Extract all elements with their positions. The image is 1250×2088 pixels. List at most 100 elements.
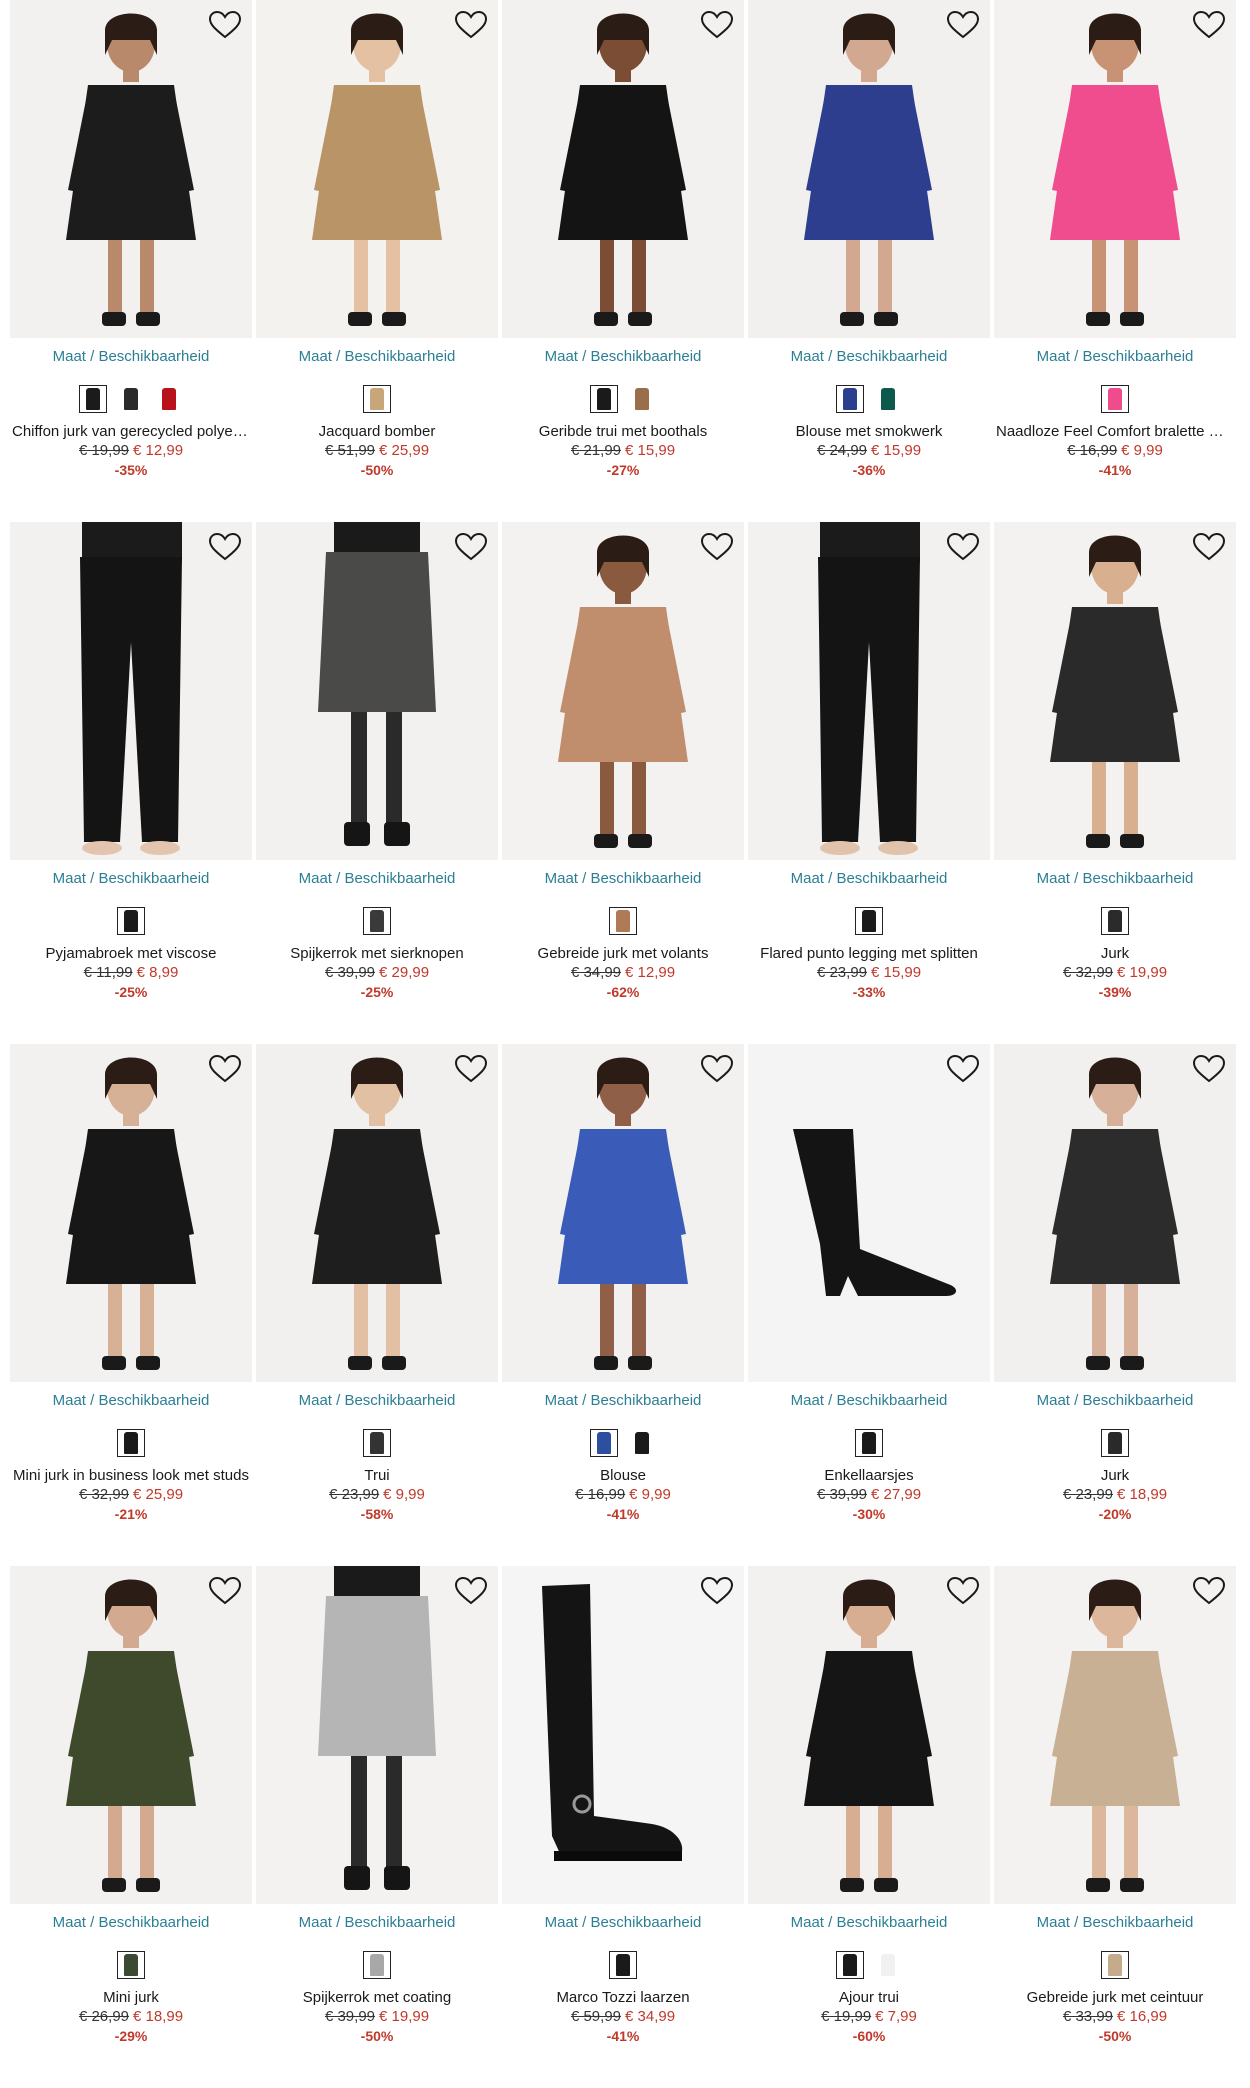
product-card[interactable]: Maat / Beschikbaarheid Blouse met smokwer… <box>748 0 990 522</box>
product-image[interactable] <box>748 522 990 860</box>
product-card[interactable]: Maat / Beschikbaarheid Geribde trui met b… <box>502 0 744 522</box>
product-title[interactable]: Mini jurk in business look met studs <box>10 1467 252 1485</box>
color-swatch[interactable] <box>609 907 637 935</box>
wishlist-heart-icon[interactable] <box>1192 532 1226 562</box>
color-swatch[interactable] <box>117 1429 145 1457</box>
product-image[interactable] <box>256 0 498 338</box>
color-swatch[interactable] <box>363 385 391 413</box>
color-swatch[interactable] <box>836 385 864 413</box>
size-availability-link[interactable]: Maat / Beschikbaarheid <box>994 1914 1236 1932</box>
color-swatch[interactable] <box>590 1429 618 1457</box>
size-availability-link[interactable]: Maat / Beschikbaarheid <box>994 348 1236 366</box>
wishlist-heart-icon[interactable] <box>700 532 734 562</box>
product-image[interactable] <box>502 1566 744 1904</box>
color-swatch[interactable] <box>1101 1951 1129 1979</box>
size-availability-link[interactable]: Maat / Beschikbaarheid <box>994 870 1236 888</box>
size-availability-link[interactable]: Maat / Beschikbaarheid <box>10 870 252 888</box>
size-availability-link[interactable]: Maat / Beschikbaarheid <box>256 870 498 888</box>
product-image[interactable] <box>10 522 252 860</box>
product-title[interactable]: Mini jurk <box>10 1989 252 2007</box>
size-availability-link[interactable]: Maat / Beschikbaarheid <box>10 348 252 366</box>
size-availability-link[interactable]: Maat / Beschikbaarheid <box>748 348 990 366</box>
product-image[interactable] <box>256 1566 498 1904</box>
product-image[interactable] <box>10 1044 252 1382</box>
product-title[interactable]: Pyjamabroek met viscose <box>10 945 252 963</box>
size-availability-link[interactable]: Maat / Beschikbaarheid <box>256 348 498 366</box>
size-availability-link[interactable]: Maat / Beschikbaarheid <box>256 1914 498 1932</box>
wishlist-heart-icon[interactable] <box>946 10 980 40</box>
product-title[interactable]: Spijkerrok met sierknopen <box>256 945 498 963</box>
product-image[interactable] <box>994 522 1236 860</box>
product-title[interactable]: Gebreide jurk met volants <box>502 945 744 963</box>
wishlist-heart-icon[interactable] <box>946 1576 980 1606</box>
color-swatch[interactable] <box>363 1951 391 1979</box>
wishlist-heart-icon[interactable] <box>946 1054 980 1084</box>
size-availability-link[interactable]: Maat / Beschikbaarheid <box>502 870 744 888</box>
size-availability-link[interactable]: Maat / Beschikbaarheid <box>748 1914 990 1932</box>
product-title[interactable]: Naadloze Feel Comfort bralette met kant <box>994 423 1236 441</box>
size-availability-link[interactable]: Maat / Beschikbaarheid <box>748 1392 990 1410</box>
color-swatch[interactable] <box>117 385 145 413</box>
size-availability-link[interactable]: Maat / Beschikbaarheid <box>502 348 744 366</box>
color-swatch[interactable] <box>1101 1429 1129 1457</box>
product-image[interactable] <box>256 1044 498 1382</box>
product-image[interactable] <box>748 1566 990 1904</box>
product-image[interactable] <box>502 0 744 338</box>
wishlist-heart-icon[interactable] <box>700 10 734 40</box>
product-title[interactable]: Trui <box>256 1467 498 1485</box>
product-card[interactable]: Maat / Beschikbaarheid Jacquard bomber € 5… <box>256 0 498 522</box>
color-swatch[interactable] <box>155 385 183 413</box>
color-swatch[interactable] <box>1101 907 1129 935</box>
color-swatch[interactable] <box>363 907 391 935</box>
wishlist-heart-icon[interactable] <box>208 10 242 40</box>
product-title[interactable]: Flared punto legging met splitten <box>748 945 990 963</box>
product-card[interactable]: Maat / Beschikbaarheid Pyjamabroek met vi… <box>10 522 252 1044</box>
product-title[interactable]: Ajour trui <box>748 1989 990 2007</box>
color-swatch[interactable] <box>836 1951 864 1979</box>
wishlist-heart-icon[interactable] <box>1192 1054 1226 1084</box>
size-availability-link[interactable]: Maat / Beschikbaarheid <box>994 1392 1236 1410</box>
color-swatch[interactable] <box>363 1429 391 1457</box>
product-card[interactable]: Maat / Beschikbaarheid Marco Tozzi laarze… <box>502 1566 744 2088</box>
product-card[interactable]: Maat / Beschikbaarheid Enkellaarsjes € 39,… <box>748 1044 990 1566</box>
wishlist-heart-icon[interactable] <box>946 532 980 562</box>
color-swatch[interactable] <box>609 1951 637 1979</box>
product-image[interactable] <box>10 1566 252 1904</box>
product-card[interactable]: Maat / Beschikbaarheid Spijkerrok met coa… <box>256 1566 498 2088</box>
product-image[interactable] <box>256 522 498 860</box>
color-swatch[interactable] <box>855 907 883 935</box>
wishlist-heart-icon[interactable] <box>454 10 488 40</box>
product-title[interactable]: Gebreide jurk met ceintuur <box>994 1989 1236 2007</box>
size-availability-link[interactable]: Maat / Beschikbaarheid <box>256 1392 498 1410</box>
size-availability-link[interactable]: Maat / Beschikbaarheid <box>10 1392 252 1410</box>
product-image[interactable] <box>748 1044 990 1382</box>
wishlist-heart-icon[interactable] <box>700 1054 734 1084</box>
wishlist-heart-icon[interactable] <box>208 1054 242 1084</box>
product-title[interactable]: Blouse met smokwerk <box>748 423 990 441</box>
product-card[interactable]: Maat / Beschikbaarheid Flared punto leggi… <box>748 522 990 1044</box>
product-image[interactable] <box>502 522 744 860</box>
product-title[interactable]: Marco Tozzi laarzen <box>502 1989 744 2007</box>
wishlist-heart-icon[interactable] <box>208 1576 242 1606</box>
size-availability-link[interactable]: Maat / Beschikbaarheid <box>10 1914 252 1932</box>
product-title[interactable]: Chiffon jurk van gerecycled polyester <box>10 423 252 441</box>
product-image[interactable] <box>994 0 1236 338</box>
product-image[interactable] <box>994 1044 1236 1382</box>
product-image[interactable] <box>748 0 990 338</box>
product-title[interactable]: Blouse <box>502 1467 744 1485</box>
product-card[interactable]: Maat / Beschikbaarheid Jurk € 23,99 € 18,99… <box>994 1044 1236 1566</box>
color-swatch[interactable] <box>874 385 902 413</box>
color-swatch[interactable] <box>628 385 656 413</box>
color-swatch[interactable] <box>855 1429 883 1457</box>
color-swatch[interactable] <box>79 385 107 413</box>
product-card[interactable]: Maat / Beschikbaarheid Mini jurk in busin… <box>10 1044 252 1566</box>
product-image[interactable] <box>994 1566 1236 1904</box>
product-card[interactable]: Maat / Beschikbaarheid Naadloze Feel Comf… <box>994 0 1236 522</box>
product-image[interactable] <box>10 0 252 338</box>
product-title[interactable]: Jurk <box>994 1467 1236 1485</box>
product-card[interactable]: Maat / Beschikbaarheid Ajour trui € 19,99 €… <box>748 1566 990 2088</box>
color-swatch[interactable] <box>590 385 618 413</box>
wishlist-heart-icon[interactable] <box>1192 10 1226 40</box>
product-card[interactable]: Maat / Beschikbaarheid Chiffon jurk van g… <box>10 0 252 522</box>
color-swatch[interactable] <box>117 907 145 935</box>
